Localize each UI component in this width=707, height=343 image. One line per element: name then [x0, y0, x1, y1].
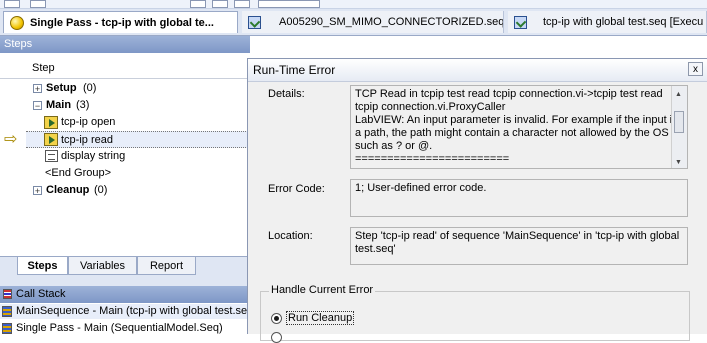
- execution-pointer-icon: ⇨: [4, 131, 18, 148]
- yellow-ball-icon: [10, 15, 24, 30]
- group-label: Setup: [46, 82, 77, 94]
- group-label: Cleanup: [46, 184, 90, 196]
- call-stack-icon: [3, 289, 12, 299]
- handle-error-legend: Handle Current Error: [269, 284, 376, 296]
- tree-group-setup[interactable]: + Setup (0): [0, 80, 250, 97]
- step-column-header-label: Step: [32, 62, 55, 74]
- call-stack-item[interactable]: MainSequence - Main (tcp-ip with global …: [0, 304, 250, 319]
- toolbar-button[interactable]: [4, 0, 20, 8]
- location-label: Location:: [268, 230, 313, 242]
- tab-single-pass-execution[interactable]: Single Pass - tcp-ip with global te...: [3, 11, 238, 33]
- location-textbox[interactable]: Step 'tcp-ip read' of sequence 'MainSequ…: [350, 227, 688, 265]
- collapse-icon[interactable]: −: [33, 101, 42, 111]
- steps-tree: + Setup (0) − Main (3) tcp-ip open tcp-i…: [0, 79, 250, 255]
- toolbar-button[interactable]: [30, 0, 46, 8]
- group-count: (0): [83, 82, 97, 94]
- call-stack-title: Call Stack: [0, 286, 250, 303]
- details-line: a path, the path might contain a charact…: [355, 127, 669, 139]
- tree-group-cleanup[interactable]: + Cleanup (0): [0, 182, 250, 199]
- group-label: Main: [46, 99, 72, 111]
- step-row[interactable]: tcp-ip open: [0, 114, 250, 131]
- call-stack-item-label: MainSequence - Main (tcp-ip with global …: [16, 305, 250, 317]
- expand-icon[interactable]: +: [33, 186, 42, 196]
- document-tab-bar: Single Pass - tcp-ip with global te... ✕…: [0, 9, 707, 36]
- location-line: test.seq': [355, 243, 396, 255]
- tab-label: A005290_SM_MIMO_CONNECTORIZED.seq: [279, 16, 504, 28]
- dialog-title: Run-Time Error: [253, 63, 336, 77]
- end-group-row[interactable]: <End Group>: [0, 165, 250, 182]
- tab-mimo-sequence[interactable]: A005290_SM_MIMO_CONNECTORIZED.seq: [242, 11, 504, 33]
- step-row-selected[interactable]: tcp-ip read: [26, 131, 250, 148]
- tab-label: tcp-ip with global test.seq [Execu: [543, 16, 704, 28]
- steps-panel-title: Steps: [0, 36, 250, 53]
- group-count: (3): [76, 99, 90, 111]
- scroll-thumb[interactable]: [674, 111, 684, 133]
- step-row[interactable]: display string: [0, 148, 250, 165]
- run-time-error-dialog: Run-Time Error x Details: TCP Read in tc…: [247, 58, 707, 343]
- step-name: tcp-ip read: [61, 134, 113, 146]
- tab-report[interactable]: Report: [137, 257, 196, 275]
- tab-label: Single Pass - tcp-ip with global te...: [30, 16, 214, 29]
- toolbar-button[interactable]: [234, 0, 250, 8]
- step-column-header[interactable]: Step: [0, 58, 250, 79]
- call-stack-label: Call Stack: [16, 288, 66, 300]
- close-icon[interactable]: x: [688, 62, 703, 76]
- dialog-title-bar[interactable]: Run-Time Error x: [248, 59, 707, 82]
- toolbar-button[interactable]: [212, 0, 228, 8]
- details-line: such as ? or @.: [355, 140, 433, 152]
- pane-divider[interactable]: [0, 277, 250, 286]
- error-code-value: 1; User-defined error code.: [355, 182, 487, 194]
- location-line: Step 'tcp-ip read' of sequence 'MainSequ…: [355, 230, 680, 242]
- details-line: tcpip connection.vi.ProxyCaller: [355, 101, 506, 113]
- toolbar-dropdown[interactable]: [258, 0, 320, 8]
- tab-steps[interactable]: Steps: [17, 257, 68, 275]
- run-cleanup-label[interactable]: Run Cleanup: [286, 311, 355, 325]
- step-name: display string: [61, 150, 126, 162]
- scroll-down-icon[interactable]: ▼: [675, 156, 682, 168]
- labview-step-icon: [44, 116, 58, 129]
- details-scrollbar[interactable]: ▲ ▼: [671, 86, 687, 168]
- sequence-file-icon: [514, 15, 527, 29]
- labview-step-icon: [44, 133, 58, 146]
- details-textbox[interactable]: TCP Read in tcpip test read tcpip connec…: [350, 85, 688, 169]
- sequence-call-icon: [2, 323, 12, 334]
- details-line: ========================: [355, 153, 510, 165]
- tab-variables[interactable]: Variables: [68, 257, 137, 275]
- toolbar-button[interactable]: [190, 0, 206, 8]
- tab-tcpip-execution[interactable]: tcp-ip with global test.seq [Execu: [508, 11, 707, 33]
- run-cleanup-radio[interactable]: [271, 313, 282, 324]
- steps-bottom-tabs: Steps Variables Report: [0, 256, 250, 277]
- error-code-textbox[interactable]: 1; User-defined error code.: [350, 179, 688, 217]
- sequence-file-icon: [248, 15, 261, 29]
- message-popup-icon: [45, 150, 58, 162]
- tree-group-main[interactable]: − Main (3): [0, 97, 250, 114]
- toolbar-strip: [0, 0, 707, 9]
- details-label: Details:: [268, 88, 305, 100]
- expand-icon[interactable]: +: [33, 84, 42, 94]
- details-line: LabVIEW: An input parameter is invalid. …: [355, 114, 678, 126]
- scroll-up-icon[interactable]: ▲: [675, 88, 682, 101]
- step-name: tcp-ip open: [61, 116, 116, 128]
- error-code-label: Error Code:: [268, 183, 325, 195]
- sequence-call-icon: [2, 306, 12, 317]
- group-count: (0): [94, 184, 108, 196]
- details-line: TCP Read in tcpip test read tcpip connec…: [355, 88, 663, 100]
- end-group-label: <End Group>: [45, 167, 112, 179]
